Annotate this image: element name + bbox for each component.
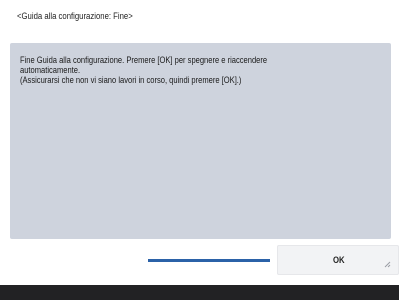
ok-button-label: OK [333, 255, 345, 265]
ok-button[interactable]: OK [277, 245, 399, 275]
setup-guide-finish-screen: <Guida alla configurazione: Fine> Fine G… [0, 0, 399, 300]
progress-indicator [148, 259, 270, 262]
message-line-3: (Assicurarsi che non vi siano lavori in … [20, 75, 242, 85]
message-text: Fine Guida alla configurazione. Premere … [20, 55, 373, 85]
bottom-status-bar [0, 285, 399, 300]
page-title: <Guida alla configurazione: Fine> [17, 11, 133, 21]
message-line-1: Fine Guida alla configurazione. Premere … [20, 55, 268, 65]
resize-corner-icon [384, 261, 391, 268]
message-line-2: automaticamente. [20, 65, 81, 75]
message-panel: Fine Guida alla configurazione. Premere … [10, 43, 391, 239]
